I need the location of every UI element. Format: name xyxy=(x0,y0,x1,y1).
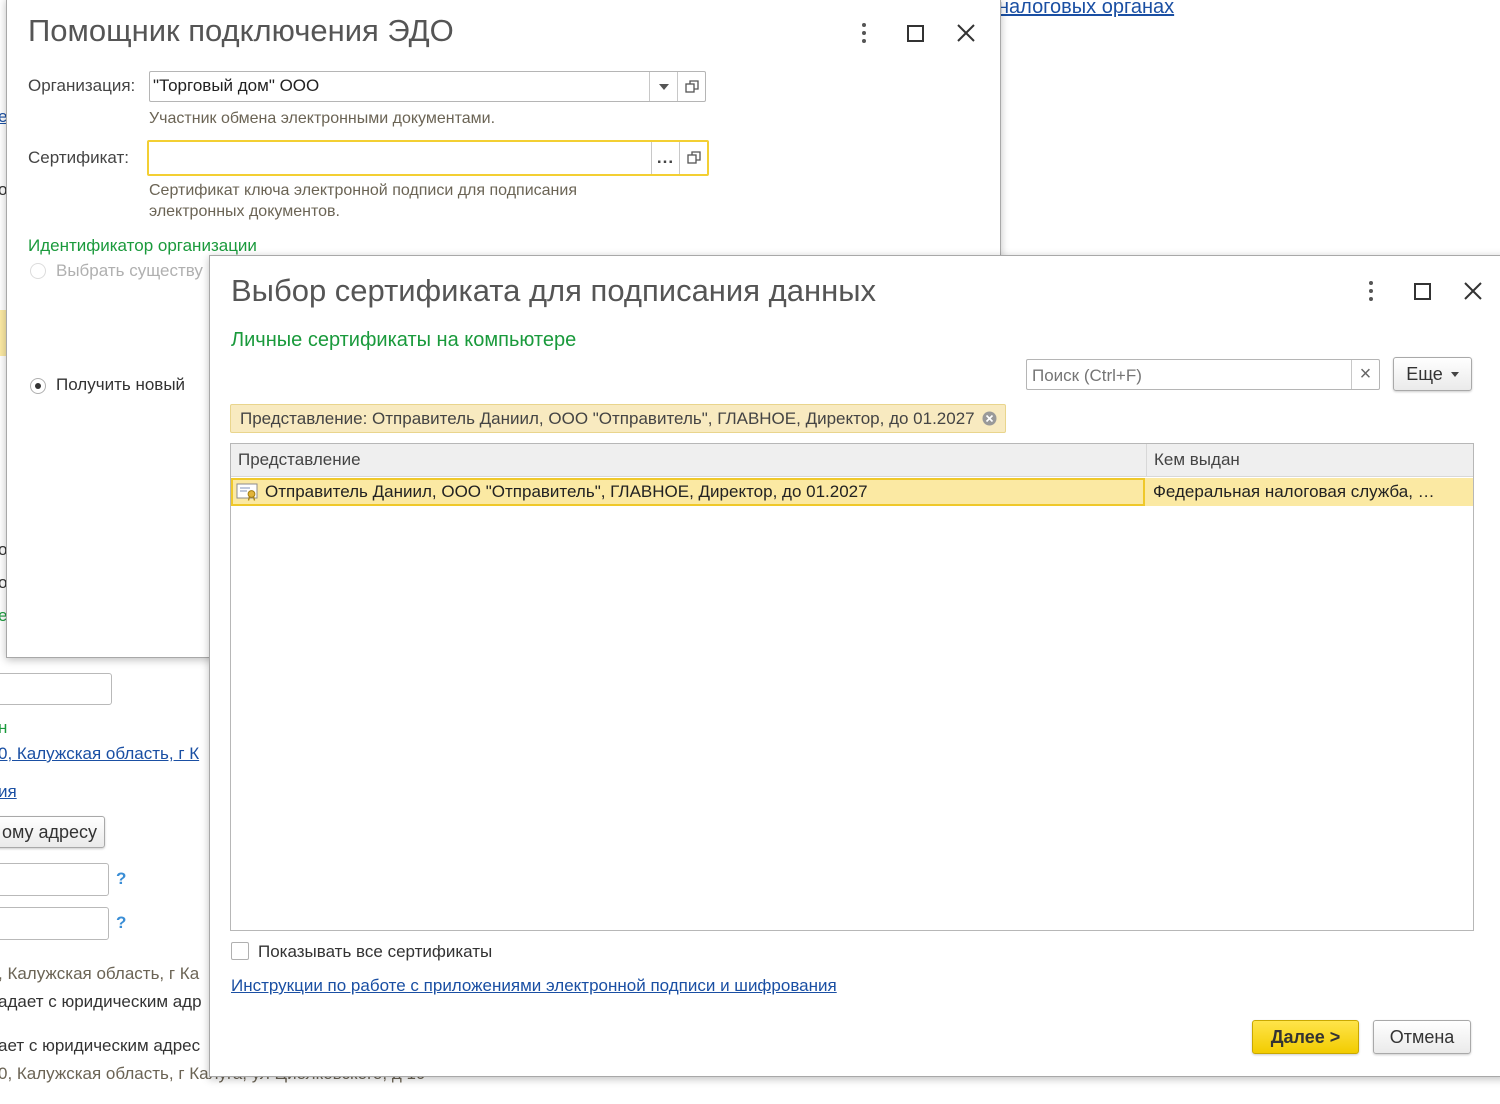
org-field[interactable]: "Торговый дом" ООО xyxy=(149,71,706,102)
address-link[interactable]: 0, Калужская область, г К xyxy=(0,744,199,764)
cert-field[interactable]: ... xyxy=(147,140,709,176)
show-all-checkbox[interactable] xyxy=(231,942,249,960)
background-input[interactable] xyxy=(0,907,109,940)
cert-select-dialog: Выбор сертификата для подписания данных … xyxy=(209,255,1500,1077)
cert-issuer-cell: Федеральная налоговая служба, … xyxy=(1153,482,1435,501)
dialog-title: Помощник подключения ЭДО xyxy=(28,13,454,48)
column-header[interactable]: Представление xyxy=(231,444,1147,476)
help-icon[interactable]: ? xyxy=(116,869,126,889)
close-icon[interactable] xyxy=(1458,276,1488,306)
remove-filter-icon[interactable] xyxy=(982,411,997,426)
column-header[interactable]: Кем выдан xyxy=(1147,444,1473,476)
radio-new[interactable] xyxy=(30,378,46,394)
filter-chip[interactable]: Представление: Отправитель Даниил, ООО "… xyxy=(230,404,1006,433)
open-icon[interactable] xyxy=(679,142,707,174)
clear-search-icon[interactable]: × xyxy=(1351,360,1379,389)
org-id-section-title: Идентификатор организации xyxy=(28,236,257,255)
cert-hint: электронных документов. xyxy=(149,203,340,220)
cert-name-cell: Отправитель Даниил, ООО "Отправитель", Г… xyxy=(265,482,868,501)
next-button[interactable]: Далее > xyxy=(1252,1020,1359,1054)
background-input[interactable] xyxy=(0,673,112,705)
match-text: ает с юридическим адрес xyxy=(0,1036,201,1055)
org-hint: Участник обмена электронными документами… xyxy=(149,110,496,127)
filter-chip-text: Представление: Отправитель Даниил, ООО "… xyxy=(240,409,975,428)
dropdown-icon[interactable] xyxy=(649,72,677,101)
background-input[interactable] xyxy=(0,863,109,896)
radio-existing-label: Выбрать существу xyxy=(56,261,203,280)
table-header: Представление Кем выдан xyxy=(231,444,1473,477)
select-button[interactable]: ... xyxy=(651,142,679,174)
chevron-down-icon xyxy=(1450,371,1459,377)
address-button[interactable]: ому адресу xyxy=(0,816,105,848)
table-row[interactable]: Отправитель Даниил, ООО "Отправитель", Г… xyxy=(231,478,1473,506)
radio-existing[interactable] xyxy=(30,263,46,279)
address-text: , Калужская область, г Ка xyxy=(0,964,200,983)
cert-hint: Сертификат ключа электронной подписи для… xyxy=(149,182,577,199)
section-title: Личные сертификаты на компьютере xyxy=(231,329,577,351)
dialog-title: Выбор сертификата для подписания данных xyxy=(231,273,876,308)
maximize-icon[interactable] xyxy=(1407,276,1437,306)
maximize-icon[interactable] xyxy=(900,18,930,48)
search-input[interactable] xyxy=(1030,363,1349,388)
inn-label: н xyxy=(0,718,8,737)
close-icon[interactable] xyxy=(951,18,981,48)
tax-authorities-link[interactable]: налоговых органах xyxy=(998,0,1174,19)
more-actions-icon[interactable] xyxy=(1356,276,1386,306)
more-actions-icon[interactable] xyxy=(849,18,879,48)
match-text: адает с юридическим адр xyxy=(0,992,202,1011)
org-value: "Торговый дом" ООО xyxy=(153,76,320,95)
radio-new-label: Получить новый xyxy=(56,375,186,394)
instructions-link[interactable]: Инструкции по работе с приложениями элек… xyxy=(231,976,837,996)
cancel-button[interactable]: Отмена xyxy=(1373,1020,1471,1054)
search-field[interactable]: × xyxy=(1026,359,1380,390)
certificate-icon xyxy=(236,483,258,501)
cert-label: Сертификат: xyxy=(28,148,129,167)
show-all-label: Показывать все сертификаты xyxy=(258,942,493,961)
open-icon[interactable] xyxy=(677,72,705,101)
org-label: Организация: xyxy=(28,76,136,95)
background-link[interactable]: ия xyxy=(0,782,17,802)
certificates-table[interactable]: Представление Кем выдан Отправитель Дани… xyxy=(230,443,1474,931)
more-button[interactable]: Еще xyxy=(1393,357,1472,391)
help-icon[interactable]: ? xyxy=(116,913,126,933)
